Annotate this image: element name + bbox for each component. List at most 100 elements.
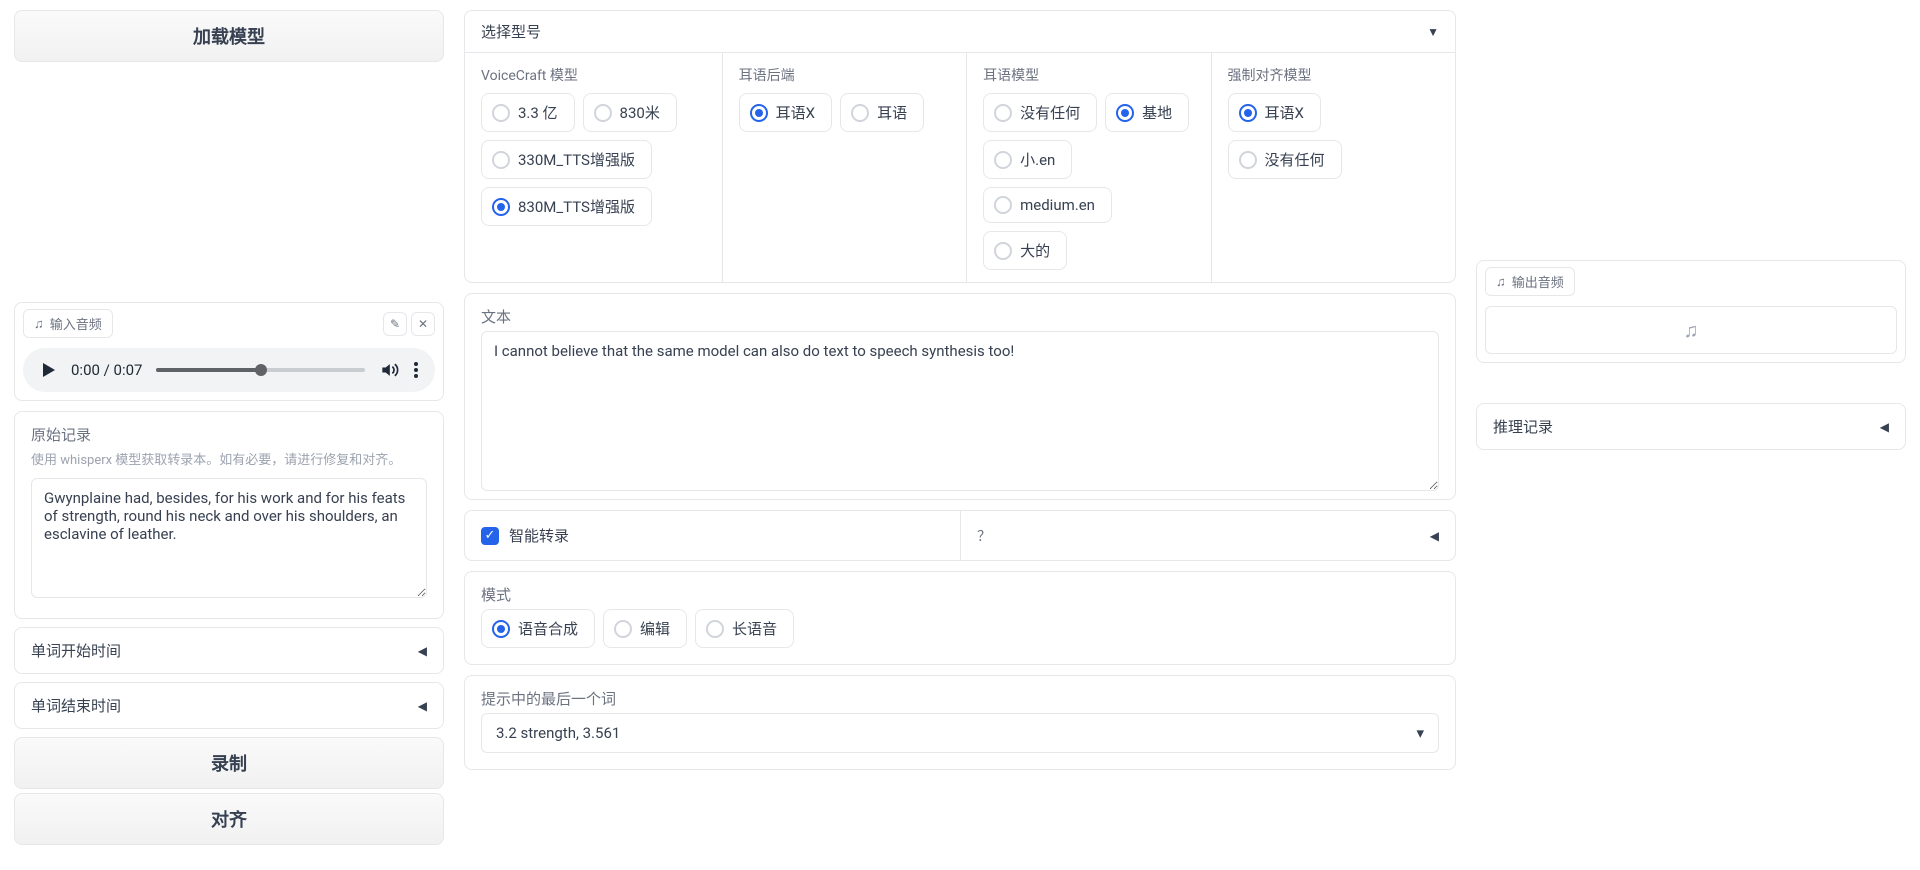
original-record-textarea[interactable] [31,478,427,598]
clear-audio-button[interactable]: ✕ [411,312,435,336]
radio-option[interactable]: 语音合成 [481,609,595,648]
radio-label: 大的 [1020,240,1050,261]
radio-label: 330M_TTS增强版 [518,149,635,170]
smart-transcribe-checkbox[interactable]: ✓ 智能转录 [465,511,960,560]
radio-label: 没有任何 [1020,102,1080,123]
radio-icon [750,104,768,122]
radio-label: 语音合成 [518,618,578,639]
radio-option[interactable]: 330M_TTS增强版 [481,140,652,179]
play-button[interactable] [39,361,57,379]
original-record-panel: 原始记录 使用 whisperx 模型获取转录本。如有必要，请进行修复和对齐。 [14,411,444,619]
radio-option[interactable]: 基地 [1105,93,1189,132]
audio-time: 0:00 / 0:07 [71,361,142,379]
radio-option[interactable]: 3.3 亿 [481,93,575,132]
radio-icon [492,198,510,216]
radio-option[interactable]: 耳语X [739,93,832,132]
inference-record-label: 推理记录 [1493,416,1553,437]
text-input[interactable] [481,331,1439,491]
input-audio-label: 输入音频 [50,314,102,333]
radio-option[interactable]: 耳语X [1228,93,1321,132]
output-audio-panel: ♫ 输出音频 ♫ [1476,260,1906,363]
help-label: ？ [977,526,991,546]
radio-label: 830M_TTS增强版 [518,196,635,217]
radio-label: 没有任何 [1265,149,1325,170]
music-icon: ♫ [1496,274,1506,290]
check-icon: ✓ [481,527,499,545]
radio-option[interactable]: medium.en [983,187,1112,223]
radio-icon [994,104,1012,122]
radio-label: medium.en [1020,196,1095,214]
caret-left-icon: ◀ [418,644,427,658]
radio-option[interactable]: 830米 [583,93,677,132]
radio-label: 耳语 [877,102,907,123]
edit-audio-button[interactable]: ✎ [383,312,407,336]
radio-icon [614,620,632,638]
whisper-model-label: 耳语模型 [983,65,1194,85]
mode-panel: 模式 语音合成 编辑 长语音 [464,571,1456,665]
smart-transcribe-panel: ✓ 智能转录 ？ ◀ [464,510,1456,561]
model-select-title: 选择型号 [481,21,541,42]
mode-label: 模式 [481,584,1439,605]
radio-icon [706,620,724,638]
input-audio-panel: ♫ 输入音频 ✎ ✕ 0:00 / 0:07 [14,302,444,401]
radio-icon [1239,104,1257,122]
inference-record-row[interactable]: 推理记录 ◀ [1476,403,1906,450]
word-start-time-row[interactable]: 单词开始时间 ◀ [14,627,444,674]
load-model-button[interactable]: 加载模型 [14,10,444,62]
align-button[interactable]: 对齐 [14,793,444,845]
voicecraft-model-col: VoiceCraft 模型 3.3 亿 830米 330M_TTS增强版 830M_T… [465,53,722,282]
last-word-select[interactable]: 3.2 strength, 3.561 ▾ [481,713,1439,753]
text-label: 文本 [481,306,1439,327]
radio-icon [492,104,510,122]
whisper-backend-col: 耳语后端 耳语X 耳语 [722,53,966,282]
radio-option[interactable]: 没有任何 [1228,140,1342,179]
original-record-hint: 使用 whisperx 模型获取转录本。如有必要，请进行修复和对齐。 [31,449,427,468]
caret-left-icon: ◀ [1430,529,1439,543]
radio-label: 长语音 [732,618,777,639]
audio-progress[interactable] [156,368,365,372]
text-panel: 文本 [464,293,1456,500]
radio-icon [594,104,612,122]
last-word-panel: 提示中的最后一个词 3.2 strength, 3.561 ▾ [464,675,1456,770]
whisper-backend-label: 耳语后端 [739,65,950,85]
radio-icon [851,104,869,122]
audio-menu-button[interactable] [413,361,419,379]
radio-label: 编辑 [640,618,670,639]
radio-option[interactable]: 830M_TTS增强版 [481,187,652,226]
radio-icon [1116,104,1134,122]
radio-option[interactable]: 大的 [983,231,1067,270]
radio-label: 耳语X [1265,102,1304,123]
help-row[interactable]: ？ ◀ [960,511,1455,560]
word-start-time-label: 单词开始时间 [31,640,121,661]
radio-option[interactable]: 没有任何 [983,93,1097,132]
voicecraft-label: VoiceCraft 模型 [481,65,706,85]
chevron-down-icon: ▾ [1416,724,1424,742]
input-audio-chip: ♫ 输入音频 [23,309,113,338]
align-model-label: 强制对齐模型 [1228,65,1439,85]
radio-label: 小.en [1020,149,1055,170]
last-word-label: 提示中的最后一个词 [481,688,1439,709]
radio-option[interactable]: 长语音 [695,609,794,648]
radio-label: 耳语X [776,102,815,123]
radio-icon [994,196,1012,214]
radio-icon [994,151,1012,169]
audio-player: 0:00 / 0:07 [23,348,435,392]
volume-button[interactable] [379,360,399,380]
original-record-label: 原始记录 [31,424,427,445]
word-end-time-label: 单词结束时间 [31,695,121,716]
smart-transcribe-label: 智能转录 [509,525,569,546]
radio-option[interactable]: 小.en [983,140,1072,179]
radio-icon [994,242,1012,260]
word-end-time-row[interactable]: 单词结束时间 ◀ [14,682,444,729]
radio-label: 830米 [620,102,660,123]
output-audio-chip: ♫ 输出音频 [1485,267,1575,296]
output-audio-label: 输出音频 [1512,272,1564,291]
caret-down-icon: ▼ [1427,25,1439,39]
radio-option[interactable]: 编辑 [603,609,687,648]
whisper-model-col: 耳语模型 没有任何 基地小.en medium.en 大的 [966,53,1210,282]
model-select-header[interactable]: 选择型号 ▼ [465,11,1455,52]
record-button[interactable]: 录制 [14,737,444,789]
radio-icon [492,620,510,638]
radio-option[interactable]: 耳语 [840,93,924,132]
radio-icon [1239,151,1257,169]
